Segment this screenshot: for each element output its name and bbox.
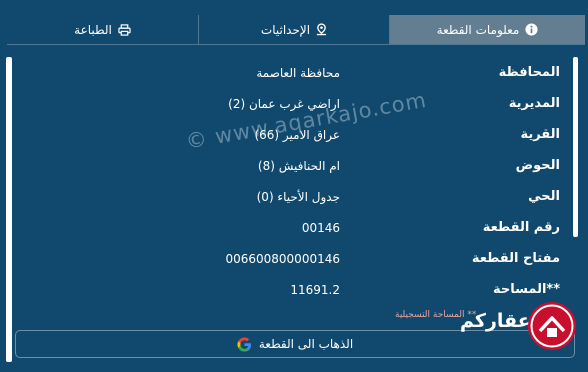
row-label: الحي bbox=[528, 189, 560, 204]
row-neighborhood: الحي جدول الأحياء (0) bbox=[12, 183, 572, 213]
row-value: جدول الأحياء (0) bbox=[256, 190, 340, 204]
brand-emblem-icon bbox=[528, 302, 576, 350]
row-label: رقم القطعة bbox=[482, 220, 560, 235]
row-value: 00146 bbox=[301, 221, 340, 235]
printer-icon bbox=[118, 23, 131, 36]
tab-plot-info[interactable]: معلومات القطعة bbox=[390, 15, 585, 44]
brand-logo-text: عقاركم bbox=[460, 310, 531, 332]
tab-print-label: الطباعة bbox=[74, 22, 112, 37]
row-value: ام الحنافيش (8) bbox=[257, 159, 340, 173]
tab-print[interactable]: الطباعة bbox=[7, 15, 198, 44]
row-label: الحوض bbox=[515, 158, 560, 173]
go-to-plot-label: الذهاب الى القطعة bbox=[258, 337, 354, 351]
row-value: محافظة العاصمة bbox=[256, 66, 340, 80]
tab-coordinates-label: الإحداثيات bbox=[260, 22, 311, 37]
row-basin: الحوض ام الحنافيش (8) bbox=[12, 152, 572, 182]
row-value: 006600800000146 bbox=[225, 252, 340, 266]
google-icon bbox=[237, 336, 252, 352]
row-plot-number: رقم القطعة 00146 bbox=[12, 214, 572, 244]
tab-plot-info-label: معلومات القطعة bbox=[436, 22, 520, 37]
right-scrollbar[interactable] bbox=[573, 57, 578, 237]
row-label: **المساحة bbox=[492, 282, 560, 297]
row-governorate: المحافظة محافظة العاصمة bbox=[12, 59, 572, 89]
info-icon bbox=[525, 23, 538, 36]
row-value: 11691.2 bbox=[290, 283, 340, 297]
row-label: المحافظة bbox=[498, 65, 560, 80]
row-plot-key: مفتاح القطعة 006600800000146 bbox=[12, 245, 572, 275]
map-marker-icon bbox=[316, 23, 327, 36]
row-label: المديرية bbox=[508, 96, 560, 111]
tab-coordinates[interactable]: الإحداثيات bbox=[198, 15, 390, 44]
row-label: القرية bbox=[520, 127, 560, 142]
row-label: مفتاح القطعة bbox=[471, 251, 560, 266]
tab-bar: معلومات القطعة الإحداثيات الطباعة bbox=[7, 15, 585, 45]
brand-logo: عقاركم bbox=[450, 298, 580, 356]
